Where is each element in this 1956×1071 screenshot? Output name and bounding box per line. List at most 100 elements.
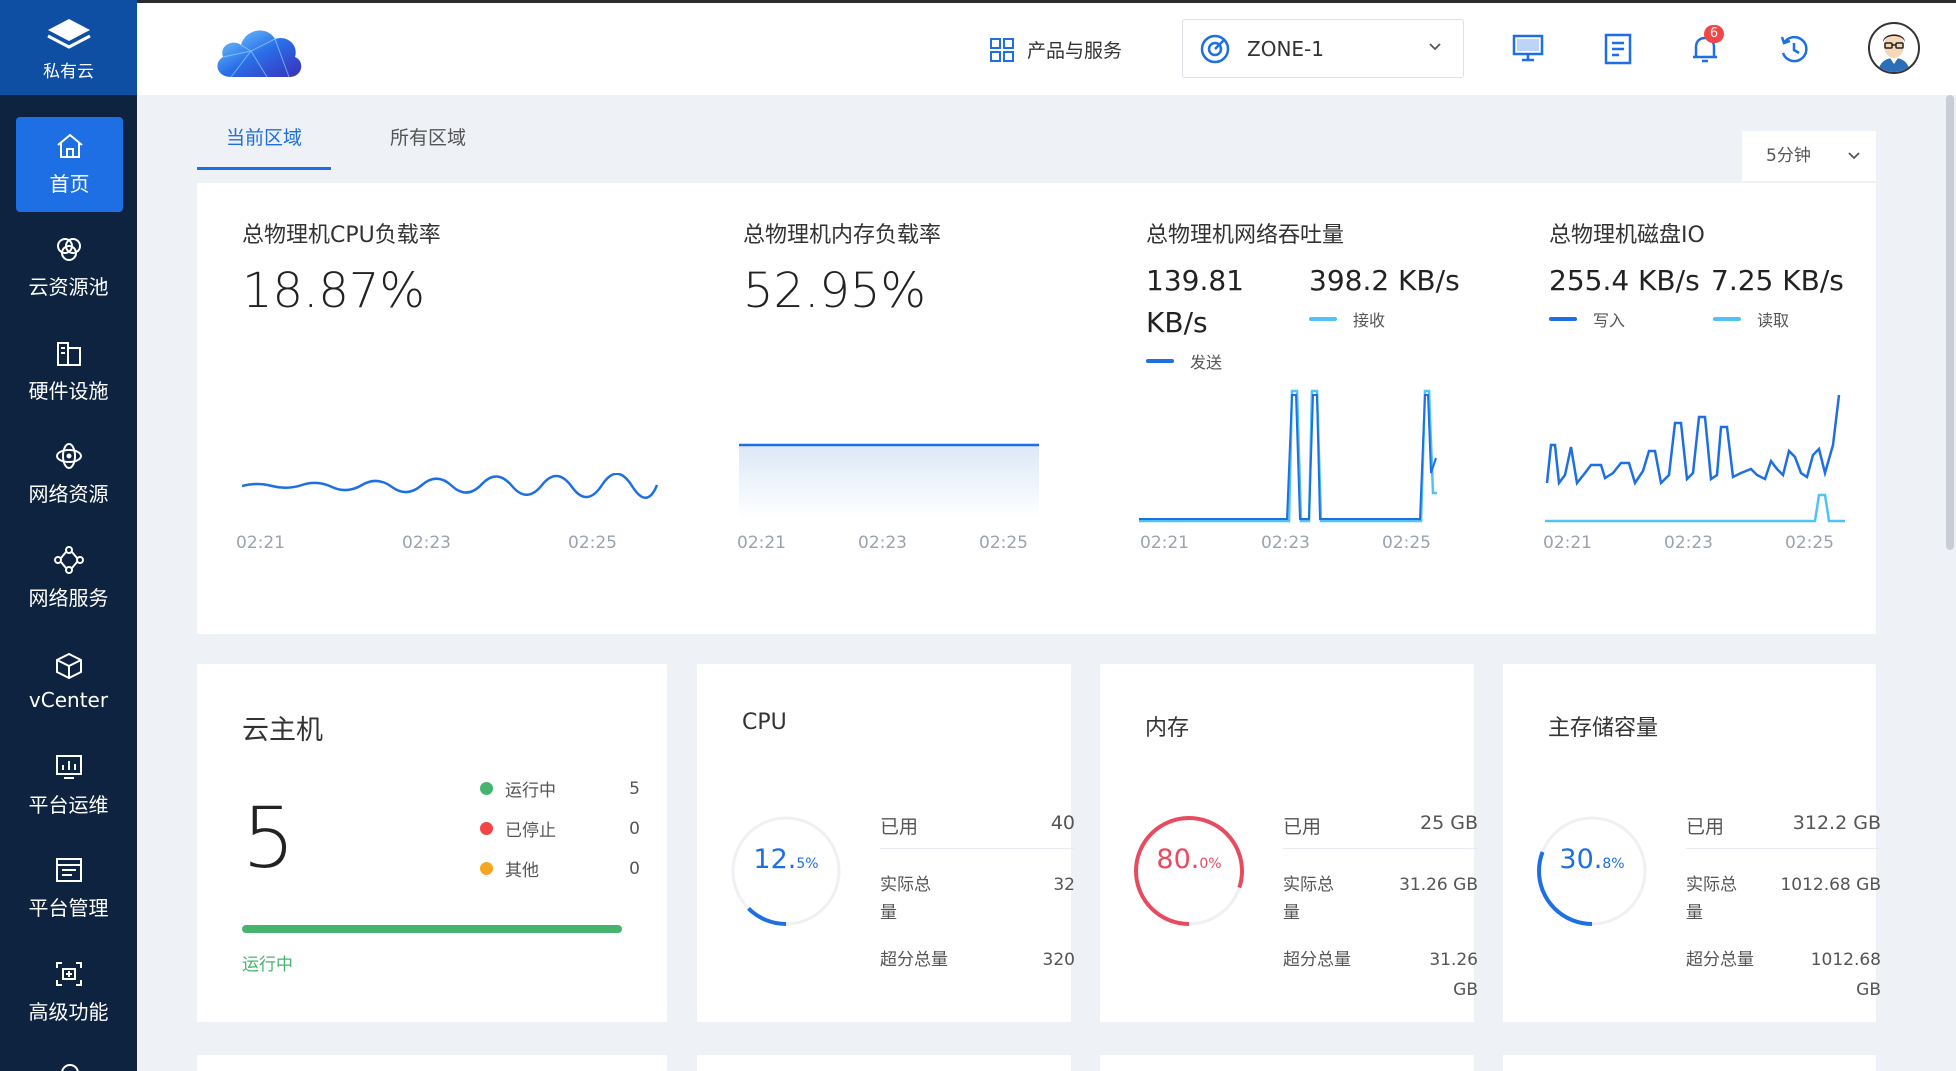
user-avatar-icon	[1878, 34, 1910, 72]
disk-io-sparkline[interactable]	[1545, 383, 1855, 523]
sidebar-item-resource-pool[interactable]: 云资源池	[0, 216, 137, 320]
memory-load-sparkline[interactable]	[737, 439, 1041, 519]
vm-card[interactable]: 云主机 5 运行中 5 已停止 0 其他 0 运行中	[197, 664, 667, 1022]
stat-value: 31.26 GB	[1399, 875, 1478, 895]
sidebar-item-network-service[interactable]: 网络服务	[0, 527, 137, 631]
vcenter-icon	[55, 652, 82, 679]
target-icon	[1200, 34, 1230, 63]
legend-label: 写入	[1593, 311, 1626, 330]
cloud-logo-icon[interactable]	[211, 21, 307, 81]
legend-read: 读取	[1713, 307, 1789, 331]
status-dot	[480, 862, 493, 875]
legend-recv: 接收	[1309, 307, 1385, 331]
legend-label: 读取	[1757, 311, 1790, 330]
x-tick: 02:21	[737, 533, 786, 553]
monitor-button[interactable]	[1512, 33, 1544, 67]
scrollbar-thumb[interactable]	[1946, 95, 1954, 550]
stat-label: 超分总量	[880, 950, 948, 970]
sidebar-item-label: vCenter	[28, 687, 109, 712]
legend-write: 写入	[1549, 307, 1625, 331]
notification-badge: 6	[1704, 25, 1724, 43]
sidebar-item-advanced[interactable]: 高级功能	[0, 941, 137, 1045]
brand[interactable]: 私有云	[0, 0, 137, 95]
period-value: 5分钟	[1766, 146, 1811, 166]
vm-stat-value: 0	[629, 858, 640, 879]
tab-current-region[interactable]: 当前区域	[197, 118, 331, 170]
x-tick: 02:23	[402, 533, 451, 553]
storage-card-title: 主存储容量	[1548, 716, 1659, 741]
x-tick: 02:23	[1664, 533, 1713, 553]
network-sparkline[interactable]	[1139, 383, 1451, 523]
cpu-card[interactable]: CPU 12.5% 已用 40 实际总量 32 超分总量 320	[697, 664, 1075, 1022]
history-button[interactable]	[1778, 33, 1810, 69]
sidebar-item-label: 硬件设施	[28, 378, 109, 403]
sidebar-item-label: 首页	[49, 172, 90, 196]
sidebar-item-management[interactable]: 平台管理	[0, 837, 137, 941]
sidebar-item-ops[interactable]: 平台运维	[0, 734, 137, 838]
legend-label: 发送	[1190, 353, 1223, 372]
sidebar-item-home[interactable]: 首页	[16, 117, 123, 212]
stat-value: 40	[1050, 812, 1075, 834]
stat-row-used: 已用 40	[880, 804, 1075, 849]
memory-stats: 已用 25 GB 实际总量 31.26 GB 超分总量 31.26 GB	[1283, 804, 1478, 1005]
memory-percent-dec: 0%	[1199, 856, 1222, 872]
sidebar-item-label: 平台运维	[28, 792, 109, 817]
region-tabs: 当前区域 所有区域	[197, 118, 495, 170]
notification-button[interactable]: 6	[1690, 25, 1724, 69]
sidebar-item-hardware[interactable]: 硬件设施	[0, 320, 137, 424]
vm-count: 5	[242, 789, 296, 887]
stat-row-total: 实际总量 31.26 GB	[1283, 849, 1478, 927]
page-scrollbar[interactable]	[1944, 95, 1956, 1071]
document-icon	[1604, 33, 1632, 65]
network-send-unit: KB/s	[1146, 306, 1208, 339]
zone-select[interactable]: ZONE-1	[1182, 19, 1464, 78]
tab-all-regions[interactable]: 所有区域	[361, 118, 495, 170]
cpu-percent-int: 12.	[753, 844, 797, 875]
hardware-icon	[56, 341, 81, 366]
legend-label: 接收	[1353, 311, 1386, 330]
document-button[interactable]	[1603, 33, 1633, 69]
stat-label: 已用	[880, 816, 919, 838]
network-service-icon	[53, 545, 84, 574]
stat-row-over: 超分总量 1012.68 GB	[1686, 927, 1881, 1005]
x-tick: 02:25	[1785, 533, 1834, 553]
legend-swatch	[1146, 359, 1174, 363]
memory-percent: 80.0%	[1132, 844, 1246, 875]
legend-swatch	[1713, 317, 1741, 321]
management-icon	[55, 858, 82, 883]
advanced-icon	[55, 961, 82, 986]
network-recv-value: 398.2 KB/s	[1309, 264, 1460, 297]
vm-stat-label: 其他	[505, 861, 539, 881]
stat-value: 25 GB	[1420, 812, 1478, 834]
x-tick: 02:21	[1140, 533, 1189, 553]
x-tick: 02:25	[1382, 533, 1431, 553]
sidebar-item-vcenter[interactable]: vCenter	[0, 630, 137, 734]
period-select[interactable]: 5分钟	[1742, 131, 1876, 181]
chevron-down-icon	[1429, 43, 1441, 51]
memory-load-value: 52.95%	[743, 263, 927, 319]
metrics-panel: 总物理机CPU负载率 18.87% 02:21 02:23 02:25 总物理机…	[197, 183, 1876, 634]
settings-icon-partial[interactable]	[56, 1058, 84, 1071]
memory-card[interactable]: 内存 80.0% 已用 25 GB 实际总量 31.26 GB 超分总量 31.…	[1100, 664, 1478, 1022]
vm-running-bar	[242, 925, 622, 933]
sidebar-item-label: 网络资源	[28, 482, 109, 507]
x-tick: 02:21	[236, 533, 285, 553]
vm-stat-other: 其他 0	[480, 856, 640, 881]
layers-logo-icon	[46, 19, 91, 49]
grid-icon	[990, 37, 1014, 62]
card-partial	[1503, 1055, 1876, 1071]
vm-stat-label: 已停止	[505, 821, 556, 841]
storage-card[interactable]: 主存储容量 30.8% 已用 312.2 GB 实际总量 1012.68 GB …	[1503, 664, 1881, 1022]
sidebar-item-label: 平台管理	[28, 896, 109, 921]
stat-row-total: 实际总量 32	[880, 849, 1075, 927]
avatar[interactable]	[1868, 22, 1920, 74]
cpu-load-sparkline[interactable]	[242, 473, 662, 503]
legend-swatch	[1309, 317, 1337, 321]
sidebar-item-network-resource[interactable]: 网络资源	[0, 423, 137, 527]
stat-label: 已用	[1686, 816, 1725, 838]
history-icon	[1780, 35, 1808, 63]
resource-pool-icon	[56, 238, 81, 262]
products-services-menu[interactable]: 产品与服务	[989, 36, 1122, 63]
sidebar: 私有云 首页 云资源池 硬件设施 网络资源 网络服务 vCenter 平台运维 …	[0, 0, 137, 1071]
stat-label: 超分总量	[1283, 950, 1351, 970]
